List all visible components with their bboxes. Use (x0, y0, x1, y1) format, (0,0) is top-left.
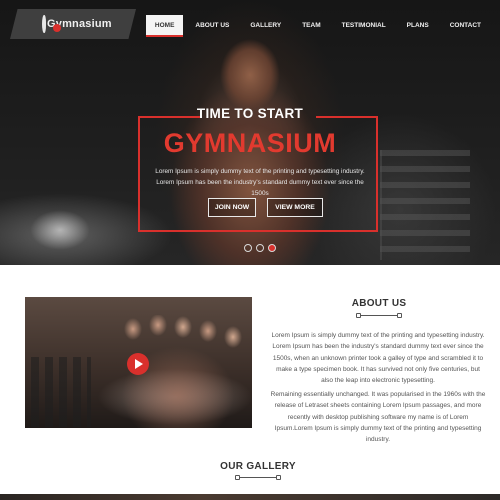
about-paragraph-1: Lorem Ipsum is simply dummy text of the … (271, 332, 485, 385)
nav-plans[interactable]: PLANS (398, 15, 438, 37)
flexing-arm-icon (42, 15, 61, 33)
play-icon[interactable] (127, 353, 149, 375)
hero-title: GYMNASIUM (163, 128, 337, 158)
about-title: ABOUT US (351, 298, 407, 309)
slider-dot-2[interactable] (256, 244, 264, 252)
dumbbell-icon (356, 313, 402, 318)
about-paragraph-2: Remaining essentially unchanged. It was … (270, 391, 486, 444)
gym-equipment-image (31, 357, 91, 427)
nav-team[interactable]: TEAM (293, 15, 329, 37)
light-flare (30, 210, 90, 250)
nav-about-us[interactable]: ABOUT US (186, 15, 238, 37)
nav-gallery[interactable]: GALLERY (241, 15, 290, 37)
nav-testimonial[interactable]: TESTIMONIAL (333, 15, 395, 37)
hero-description: Lorem Ipsum is simply dummy text of the … (155, 168, 365, 197)
hero-subtitle: TIME TO START (196, 106, 304, 121)
dumbbell-rack-image (380, 150, 470, 260)
slider-pagination (244, 244, 280, 252)
nav-contact[interactable]: CONTACT (441, 15, 490, 37)
slider-dot-3[interactable] (268, 244, 276, 252)
slider-dot-1[interactable] (244, 244, 252, 252)
group-photo-image (103, 315, 252, 428)
nav-home[interactable]: HOME (145, 15, 184, 37)
view-more-button[interactable]: VIEW MORE (267, 198, 323, 217)
join-now-button[interactable]: JOIN NOW (208, 198, 256, 217)
site-logo[interactable]: Gymnasium (42, 11, 112, 37)
gallery-title: OUR GALLERY (220, 461, 296, 472)
dumbbell-icon (235, 475, 281, 480)
main-nav: HOME ABOUT US GALLERY TEAM TESTIMONIAL P… (143, 15, 490, 37)
gallery-image-strip (0, 494, 500, 500)
